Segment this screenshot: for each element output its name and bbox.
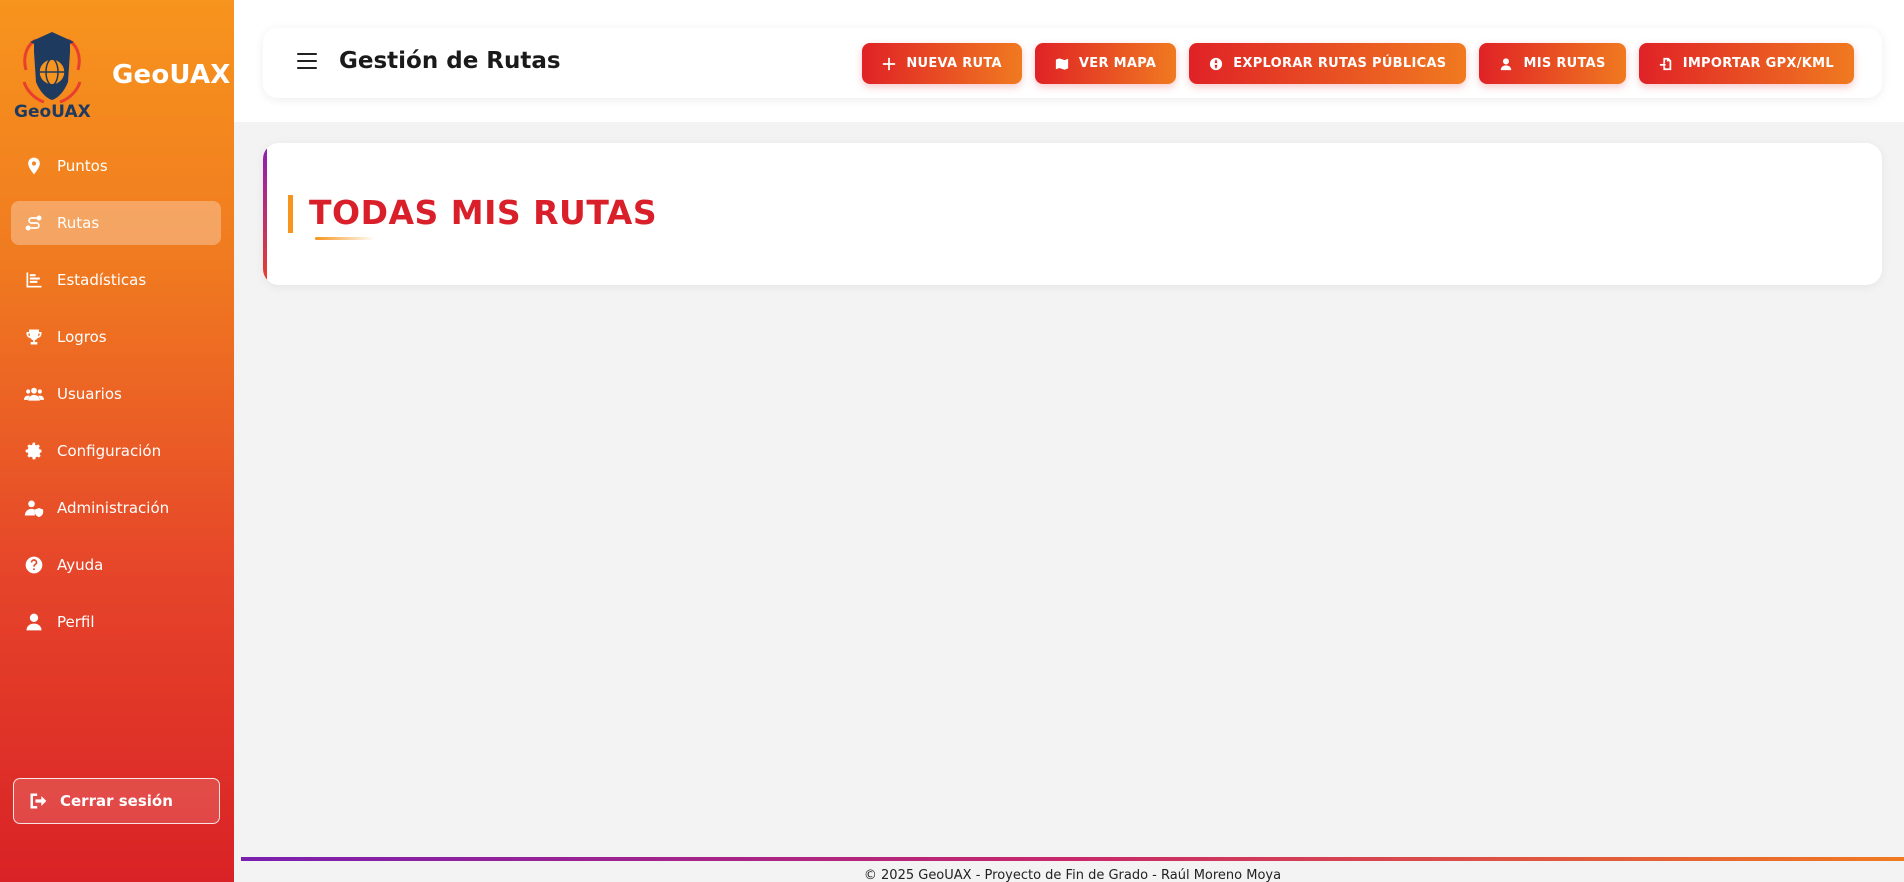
section-title: TODAS MIS RUTAS [309, 193, 658, 232]
routes-card: TODAS MIS RUTAS [263, 143, 1882, 285]
sidebar-item-rutas[interactable]: Rutas [11, 201, 221, 245]
sidebar-item-ayuda[interactable]: Ayuda [11, 543, 221, 587]
section-title-bar [288, 195, 293, 233]
user-icon [1499, 57, 1513, 71]
user-shield-icon [23, 497, 45, 519]
footer-divider [241, 857, 1904, 861]
sidebar-item-logros[interactable]: Logros [11, 315, 221, 359]
new-route-button[interactable]: NUEVA RUTA [862, 43, 1022, 84]
map-pin-icon [23, 155, 45, 177]
button-label: VER MAPA [1078, 56, 1157, 71]
file-import-icon [1659, 57, 1673, 71]
section-title-underline [315, 237, 375, 240]
sidebar-item-administracion[interactable]: Administración [11, 486, 221, 530]
sidebar-item-label: Logros [57, 328, 107, 346]
import-gpx-kml-button[interactable]: IMPORTAR GPX/KML [1638, 43, 1854, 84]
user-icon [23, 611, 45, 633]
sidebar-item-puntos[interactable]: Puntos [11, 144, 221, 188]
logout-button[interactable]: Cerrar sesión [13, 778, 220, 824]
gear-icon [23, 440, 45, 462]
page-title: Gestión de Rutas [339, 48, 561, 74]
globe-icon [1209, 57, 1223, 71]
chart-icon [23, 269, 45, 291]
map-icon [1055, 57, 1069, 71]
sidebar-item-perfil[interactable]: Perfil [11, 600, 221, 644]
route-icon [23, 212, 45, 234]
sidebar-item-label: Rutas [57, 214, 100, 232]
sidebar-item-configuracion[interactable]: Configuración [11, 429, 221, 473]
sidebar-item-label: Perfil [57, 613, 95, 631]
brand-name: GeoUAX [112, 60, 231, 90]
top-header: Gestión de Rutas NUEVA RUTA VER MAPA EXP… [263, 28, 1882, 98]
logo-text: GeoUAX [14, 102, 91, 122]
header-actions: NUEVA RUTA VER MAPA EXPLORAR RUTAS PÚBLI… [849, 43, 1854, 84]
sidebar-nav: Puntos Rutas Estadísticas Logros Usuario… [11, 144, 221, 657]
view-map-button[interactable]: VER MAPA [1034, 43, 1177, 84]
sidebar: GeoUAX GeoUAX Puntos Rutas Estadísticas [0, 0, 234, 882]
menu-toggle-icon[interactable] [297, 53, 317, 71]
button-label: NUEVA RUTA [906, 56, 1002, 71]
brand[interactable]: GeoUAX GeoUAX [14, 30, 230, 122]
plus-icon [882, 57, 896, 71]
sidebar-item-label: Ayuda [57, 556, 104, 574]
sidebar-item-label: Puntos [57, 157, 108, 175]
footer-text: © 2025 GeoUAX - Proyecto de Fin de Grado… [863, 868, 1282, 882]
sidebar-item-usuarios[interactable]: Usuarios [11, 372, 221, 416]
sidebar-item-estadisticas[interactable]: Estadísticas [11, 258, 221, 302]
card-accent-edge [263, 143, 267, 285]
sign-out-icon [28, 790, 50, 812]
users-icon [23, 383, 45, 405]
button-label: MIS RUTAS [1523, 56, 1606, 71]
logout-label: Cerrar sesión [60, 792, 173, 810]
trophy-icon [23, 326, 45, 348]
button-label: IMPORTAR GPX/KML [1682, 56, 1834, 71]
explore-public-routes-button[interactable]: EXPLORAR RUTAS PÚBLICAS [1189, 43, 1467, 84]
question-icon [23, 554, 45, 576]
sidebar-item-label: Usuarios [57, 385, 122, 403]
button-label: EXPLORAR RUTAS PÚBLICAS [1233, 56, 1447, 71]
sidebar-item-label: Administración [57, 499, 170, 517]
sidebar-item-label: Configuración [57, 442, 162, 460]
my-routes-button[interactable]: MIS RUTAS [1479, 43, 1626, 84]
sidebar-item-label: Estadísticas [57, 271, 147, 289]
